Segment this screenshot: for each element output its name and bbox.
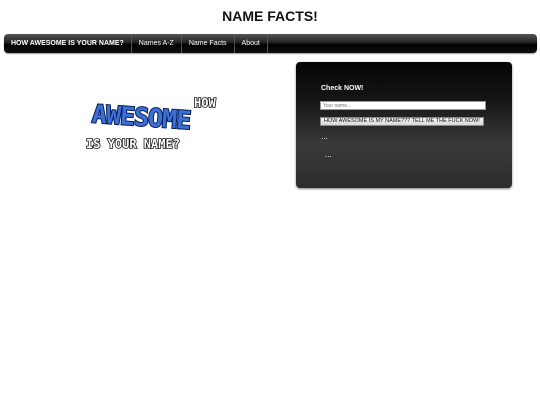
nav-item-names-a-z[interactable]: Names A-Z xyxy=(132,34,182,53)
main-navbar: HOW AWESOME IS YOUR NAME? Names A-Z Name… xyxy=(4,34,537,53)
result-text-1: ... xyxy=(321,132,328,141)
logo-graphic: HOW AWESOME IS YOUR NAME? xyxy=(85,95,217,152)
panel-title: Check NOW! xyxy=(321,85,364,92)
name-input[interactable] xyxy=(320,101,486,110)
check-name-button[interactable]: HOW AWESOME IS MY NAME??? TELL ME THE FU… xyxy=(320,117,484,126)
logo-line-how: HOW xyxy=(194,96,216,110)
result-text-2: ... xyxy=(325,150,332,159)
nav-item-about[interactable]: About xyxy=(235,34,268,53)
site-logo: HOW AWESOME IS YOUR NAME? xyxy=(80,85,240,165)
nav-item-name-facts[interactable]: Name Facts xyxy=(182,34,235,53)
site-title: NAME FACTS! xyxy=(222,8,318,24)
check-name-panel: Check NOW! HOW AWESOME IS MY NAME??? TEL… xyxy=(296,62,512,188)
logo-line-awesome: AWESOME xyxy=(91,99,191,135)
logo-line-is-your-name: IS YOUR NAME? xyxy=(86,137,180,151)
nav-item-how-awesome[interactable]: HOW AWESOME IS YOUR NAME? xyxy=(4,34,132,53)
